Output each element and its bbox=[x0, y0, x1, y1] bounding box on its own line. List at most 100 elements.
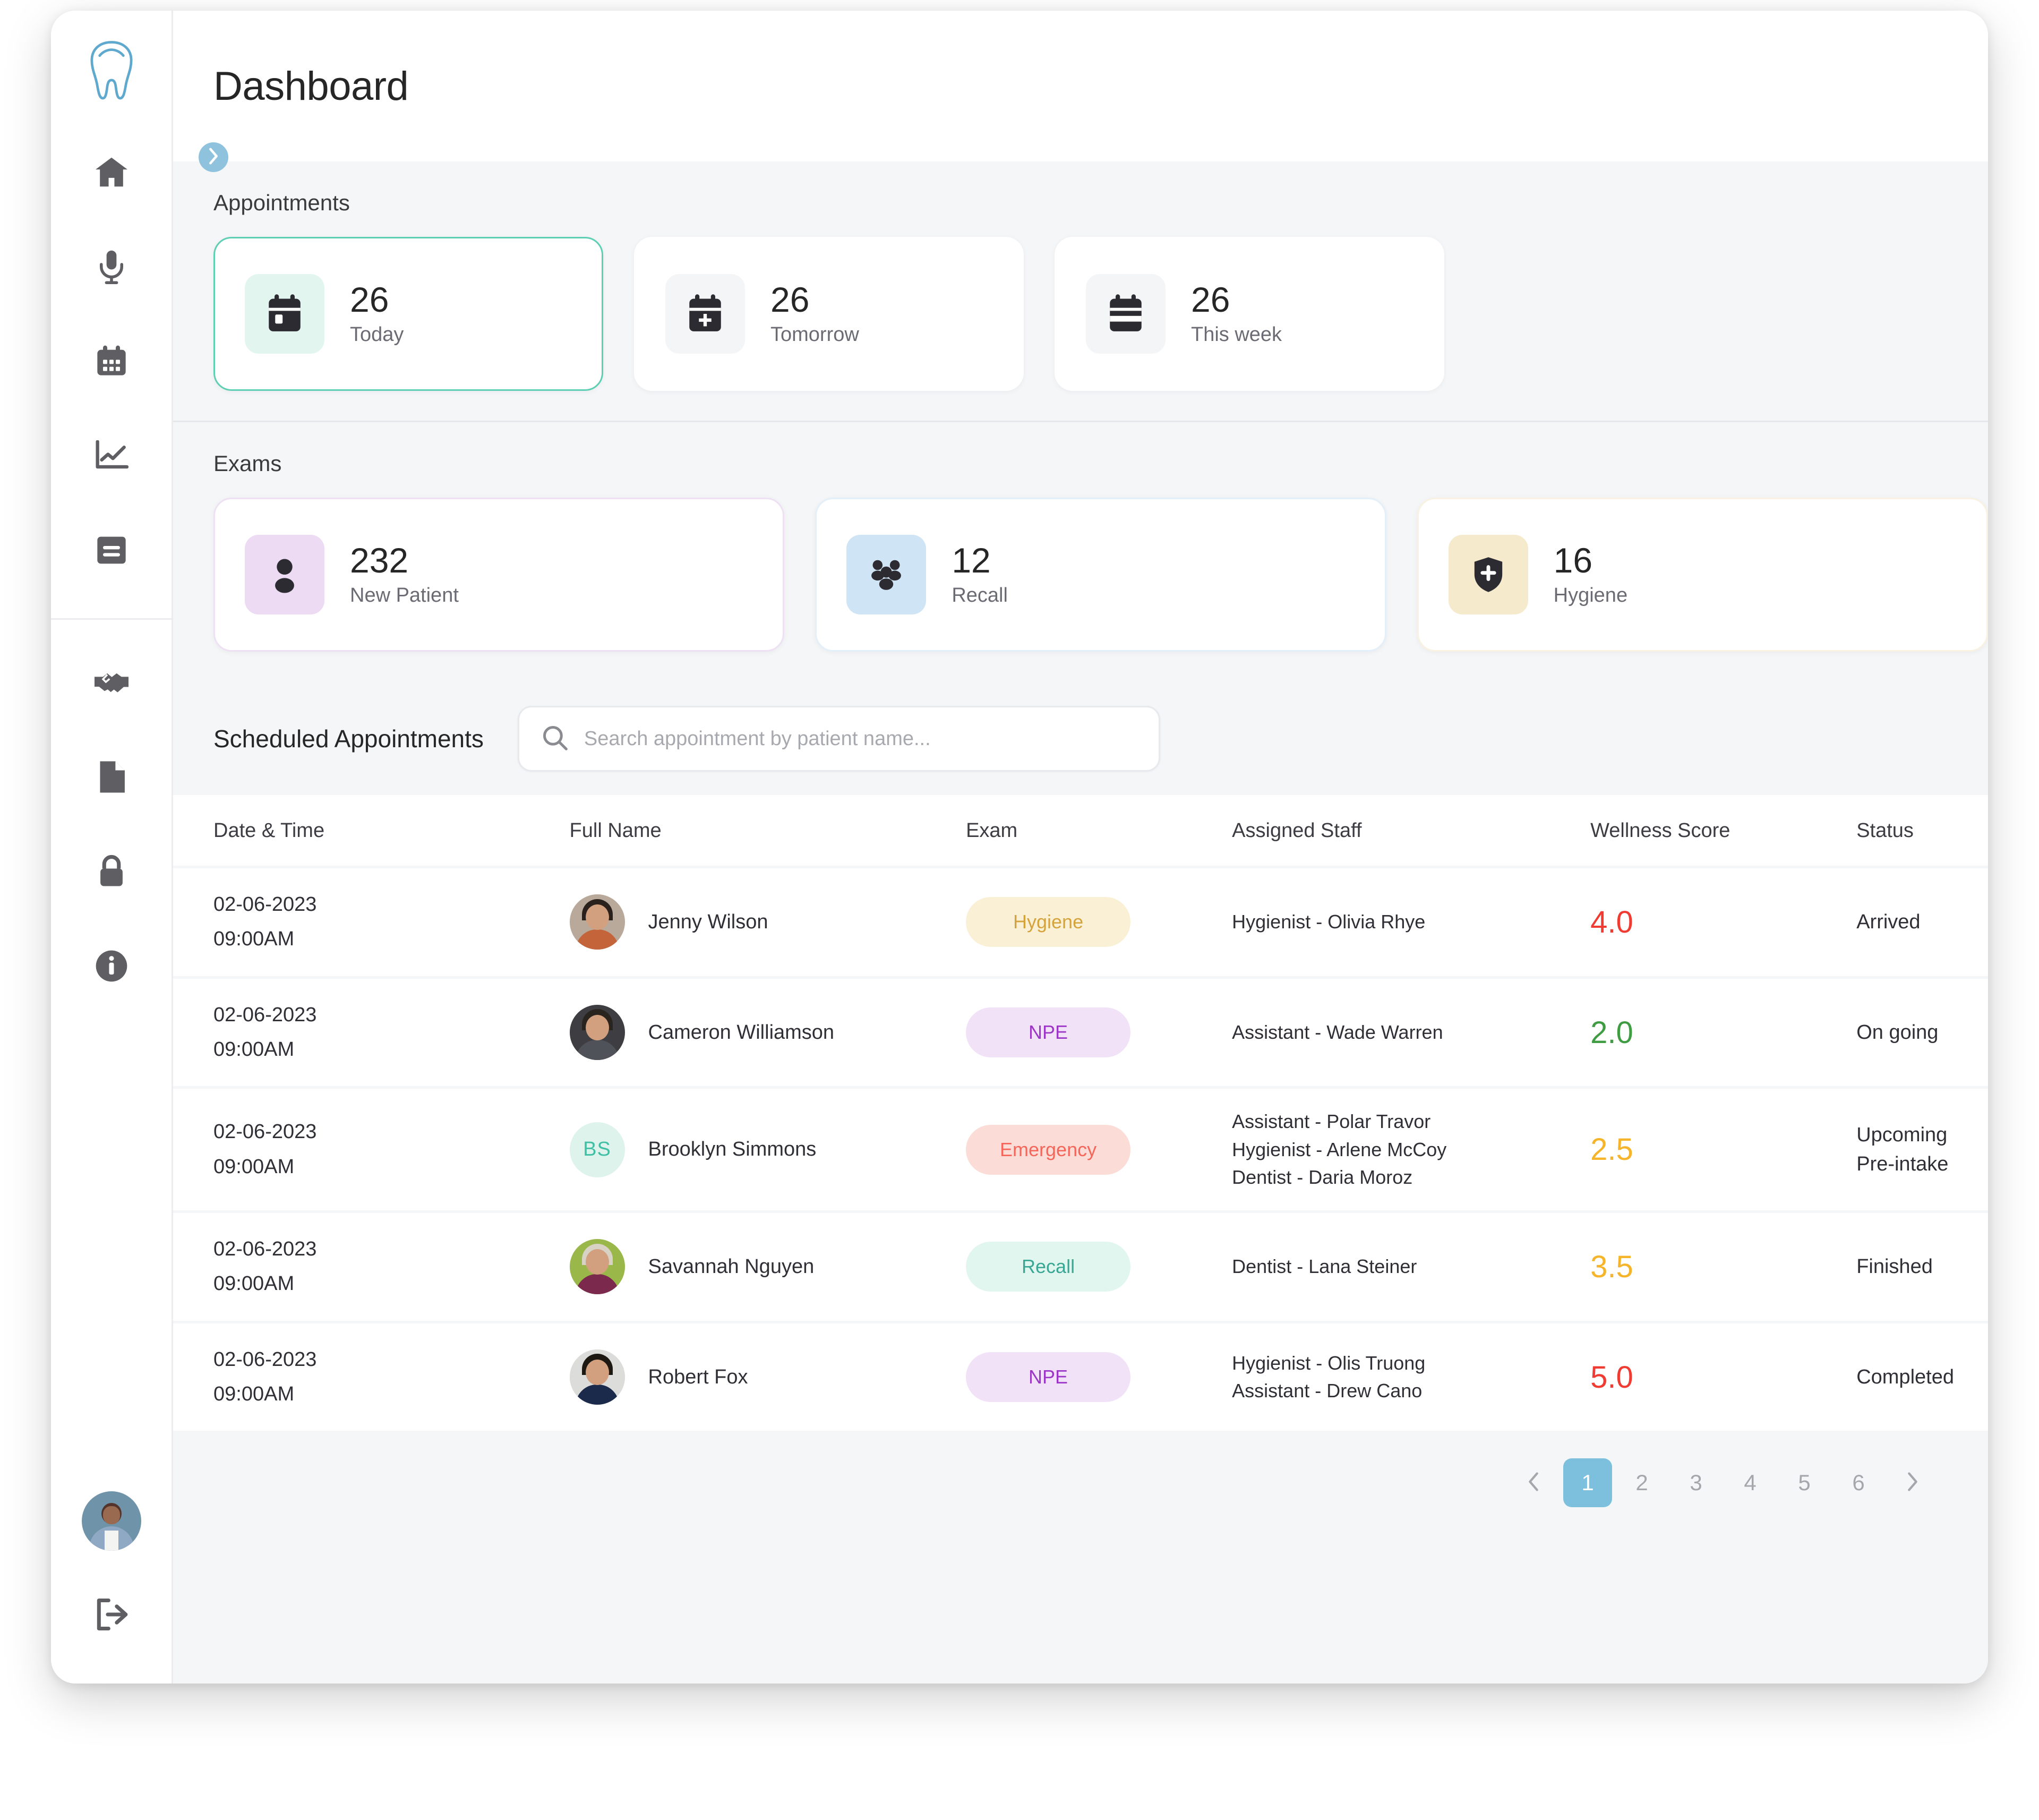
sidebar bbox=[51, 11, 173, 1684]
pagination-page-2[interactable]: 2 bbox=[1617, 1458, 1666, 1507]
exam-card-new-patient-text: 232 New Patient bbox=[350, 542, 459, 607]
sidebar-divider bbox=[51, 618, 173, 620]
cell-wellness-score: 2.5 bbox=[1590, 1087, 1857, 1212]
status-badge: Completed bbox=[1856, 1365, 1954, 1388]
staff-line: Assistant - Polar Travor bbox=[1232, 1110, 1431, 1133]
cell-exam: Recall bbox=[966, 1211, 1232, 1322]
table-row[interactable]: 02-06-2023 09:00AM BS Brooklyn Simmons Emerg… bbox=[173, 1087, 1988, 1212]
wellness-score: 4.0 bbox=[1590, 904, 1633, 939]
sidebar-item-security[interactable] bbox=[80, 840, 143, 903]
sidebar-item-calendar[interactable] bbox=[80, 329, 143, 393]
avatar-face bbox=[585, 1359, 609, 1385]
pagination-page-4[interactable]: 4 bbox=[1726, 1458, 1775, 1507]
sidebar-item-home[interactable] bbox=[80, 140, 143, 204]
column-header-assigned-staff: Assigned Staff bbox=[1232, 795, 1591, 867]
pagination-prev-button[interactable] bbox=[1509, 1458, 1558, 1507]
staff-line: Dentist - Lana Steiner bbox=[1232, 1255, 1417, 1278]
sidebar-item-voice[interactable] bbox=[80, 235, 143, 298]
avatar-face bbox=[102, 1506, 120, 1524]
appointment-card-today-value: 26 bbox=[350, 279, 389, 319]
sidebar-nav-primary bbox=[80, 140, 143, 613]
sidebar-item-documents[interactable] bbox=[80, 745, 143, 809]
patient-name-cell: BS Brooklyn Simmons bbox=[569, 1122, 966, 1177]
cell-date-time: 02-06-2023 09:00AM bbox=[173, 1211, 570, 1322]
search-input-placeholder: Search appointment by patient name... bbox=[584, 727, 931, 750]
avatar[interactable] bbox=[81, 1491, 141, 1551]
dashboard-body: Appointments 26 Today 26 Tomorrow 26 Thi… bbox=[173, 161, 1988, 1684]
exam-card-hygiene[interactable]: 16 Hygiene bbox=[1417, 498, 1988, 652]
page-title: Dashboard bbox=[213, 63, 409, 109]
table-row[interactable]: 02-06-2023 09:00AM Savannah Nguyen Recall De… bbox=[173, 1211, 1988, 1322]
exam-card-hygiene-label: Hygiene bbox=[1553, 584, 1628, 607]
calendar-day-icon bbox=[245, 274, 324, 354]
appointment-date: 02-06-2023 bbox=[213, 1121, 317, 1143]
avatar-shirt bbox=[104, 1531, 118, 1551]
search-input[interactable]: Search appointment by patient name... bbox=[517, 706, 1160, 772]
pagination: 123456 bbox=[173, 1431, 1988, 1537]
cell-date-time: 02-06-2023 09:00AM bbox=[173, 1087, 570, 1212]
lock-icon bbox=[96, 854, 127, 889]
exam-card-new-patient[interactable]: 232 New Patient bbox=[213, 498, 785, 652]
patient-name: Savannah Nguyen bbox=[648, 1255, 815, 1278]
book-icon bbox=[95, 534, 128, 566]
chevron-right-icon bbox=[1905, 1471, 1920, 1495]
appointment-time: 09:00AM bbox=[213, 1038, 295, 1061]
people-group-icon bbox=[846, 535, 927, 614]
exam-card-hygiene-value: 16 bbox=[1553, 540, 1593, 580]
appointment-date: 02-06-2023 bbox=[213, 1348, 317, 1371]
appointment-date: 02-06-2023 bbox=[213, 1238, 317, 1260]
calendar-week-icon bbox=[1086, 274, 1166, 354]
cell-wellness-score: 2.0 bbox=[1590, 977, 1857, 1088]
exam-card-new-patient-label: New Patient bbox=[350, 584, 459, 607]
patient-name-cell: Jenny Wilson bbox=[569, 894, 966, 950]
appointment-card-today-label: Today bbox=[350, 323, 404, 346]
exam-card-recall[interactable]: 12 Recall bbox=[815, 498, 1386, 652]
pagination-page-6[interactable]: 6 bbox=[1834, 1458, 1883, 1507]
pagination-page-3[interactable]: 3 bbox=[1672, 1458, 1720, 1507]
appointment-card-today-text: 26 Today bbox=[350, 281, 404, 346]
wellness-score: 5.0 bbox=[1590, 1360, 1633, 1395]
sidebar-item-referrals[interactable] bbox=[80, 651, 143, 714]
calendar-plus-icon bbox=[665, 274, 745, 354]
pagination-pages: 123456 bbox=[1563, 1458, 1883, 1508]
exam-badge: NPE bbox=[966, 1352, 1131, 1403]
appointment-card-this-week[interactable]: 26 This week bbox=[1055, 237, 1444, 391]
cell-status: Upcoming Pre-intake bbox=[1856, 1087, 1988, 1212]
staff-line: Hygienist - Olis Truong bbox=[1232, 1352, 1426, 1374]
analytics-chart-icon bbox=[95, 440, 128, 471]
cell-full-name: Savannah Nguyen bbox=[569, 1211, 966, 1322]
sidebar-item-info[interactable] bbox=[80, 934, 143, 998]
appointment-card-tomorrow[interactable]: 26 Tomorrow bbox=[634, 237, 1024, 391]
wellness-score: 3.5 bbox=[1590, 1249, 1633, 1284]
sidebar-collapse-toggle[interactable] bbox=[199, 142, 228, 172]
app-screenshot: Dashboard Appointments 26 Today 26 Tomor… bbox=[0, 0, 2039, 1820]
patient-name: Jenny Wilson bbox=[648, 910, 768, 933]
patient-avatar bbox=[569, 894, 625, 950]
table-header-row: Scheduled Appointments Search appointmen… bbox=[173, 681, 1988, 795]
appointment-time: 09:00AM bbox=[213, 1272, 295, 1295]
appointment-card-today[interactable]: 26 Today bbox=[213, 237, 603, 391]
appointments-cards: 26 Today 26 Tomorrow 26 This week bbox=[173, 237, 1988, 421]
pagination-next-button[interactable] bbox=[1888, 1458, 1937, 1507]
patient-name-cell: Savannah Nguyen bbox=[569, 1239, 966, 1295]
pagination-page-1[interactable]: 1 bbox=[1563, 1458, 1612, 1508]
patient-name-cell: Robert Fox bbox=[569, 1349, 966, 1405]
cell-status: Completed bbox=[1856, 1322, 1988, 1431]
sidebar-item-analytics[interactable] bbox=[80, 424, 143, 488]
column-header-full-name: Full Name bbox=[569, 795, 966, 867]
cell-wellness-score: 4.0 bbox=[1590, 867, 1857, 978]
avatar-face bbox=[585, 1249, 609, 1275]
sidebar-item-logout[interactable] bbox=[80, 1583, 143, 1646]
exams-section-label: Exams bbox=[213, 451, 282, 476]
table-header-row-cells: Date & Time Full Name Exam Assigned Staf… bbox=[173, 795, 1988, 867]
shield-cross-icon bbox=[1448, 535, 1528, 614]
cell-date-time: 02-06-2023 09:00AM bbox=[173, 977, 570, 1088]
wellness-score: 2.0 bbox=[1590, 1015, 1633, 1050]
table-row[interactable]: 02-06-2023 09:00AM Robert Fox NPE Hygienist … bbox=[173, 1322, 1988, 1431]
sidebar-item-records[interactable] bbox=[80, 518, 143, 582]
pagination-page-5[interactable]: 5 bbox=[1780, 1458, 1829, 1507]
table-row[interactable]: 02-06-2023 09:00AM Cameron Williamson NPE As… bbox=[173, 977, 1988, 1088]
patient-name-cell: Cameron Williamson bbox=[569, 1005, 966, 1061]
table-row[interactable]: 02-06-2023 09:00AM Jenny Wilson Hygiene Hygi… bbox=[173, 867, 1988, 978]
exam-card-new-patient-value: 232 bbox=[350, 540, 409, 580]
